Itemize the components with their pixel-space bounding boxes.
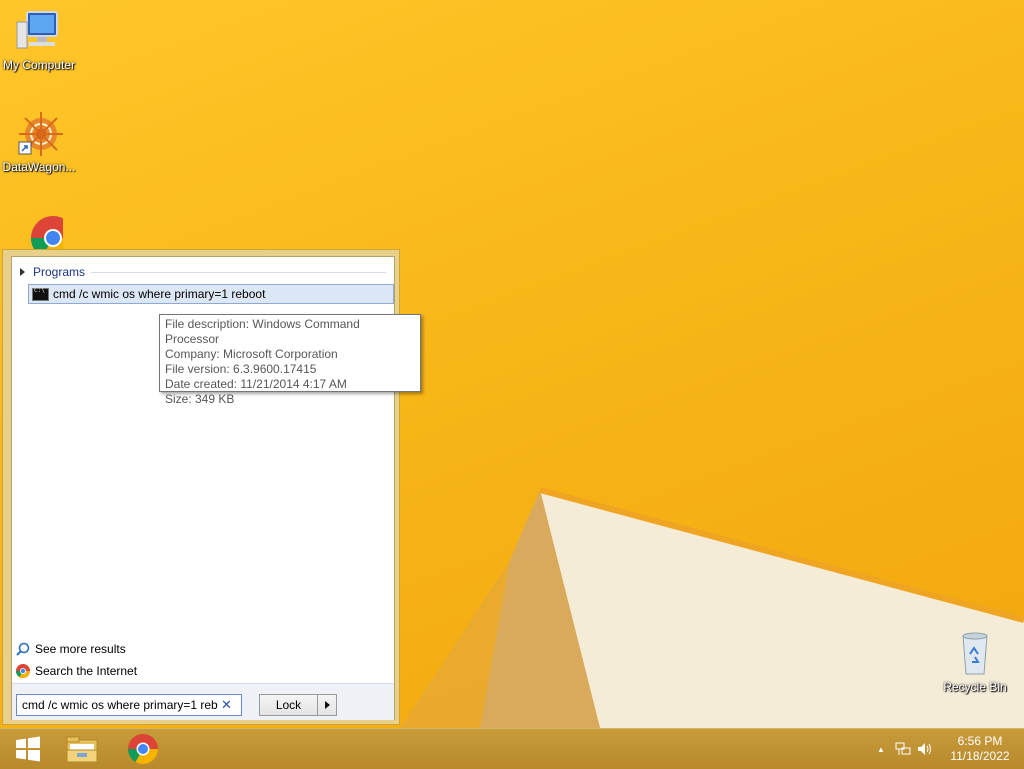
- clock-time: 6:56 PM: [957, 734, 1003, 748]
- taskbar: ▲ 6:56 PM 11/18/2022: [0, 728, 1024, 769]
- search-internet-link[interactable]: Search the Internet: [16, 661, 137, 681]
- start-button[interactable]: [0, 729, 56, 769]
- tooltip-size: Size: 349 KB: [165, 392, 235, 406]
- datawagon-icon: [15, 110, 63, 158]
- see-more-results-link[interactable]: See more results: [16, 639, 126, 659]
- clear-search-icon[interactable]: ✕: [221, 697, 232, 713]
- windows-logo-icon: [16, 736, 40, 762]
- volume-icon[interactable]: [916, 741, 934, 757]
- clock[interactable]: 6:56 PM 11/18/2022: [936, 734, 1024, 764]
- recycle-bin-icon: [951, 630, 999, 678]
- lock-button-label[interactable]: Lock: [260, 695, 318, 715]
- desktop-icon-label: DataWagon...: [2, 160, 76, 174]
- see-more-label: See more results: [35, 642, 126, 656]
- file-info-tooltip: File description: Windows Command Proces…: [159, 314, 421, 406]
- section-divider: [91, 271, 386, 273]
- programs-section-header[interactable]: Programs: [20, 264, 386, 280]
- cmd-icon: [32, 287, 49, 301]
- search-result-label: cmd /c wmic os where primary=1 reboot: [53, 287, 266, 301]
- tooltip-company: Company: Microsoft Corporation: [165, 347, 338, 361]
- desktop-icon-label: Recycle Bin: [943, 680, 1007, 694]
- search-internet-label: Search the Internet: [35, 664, 138, 678]
- search-strip: cmd /c wmic os where primary=1 reb ✕ Loc…: [12, 683, 394, 720]
- search-input-value: cmd /c wmic os where primary=1 reb: [22, 698, 218, 712]
- tooltip-date: Date created: 11/21/2014 4:17 AM: [165, 377, 347, 391]
- tooltip-description: File description: Windows Command Proces…: [165, 317, 360, 346]
- start-search-input[interactable]: cmd /c wmic os where primary=1 reb ✕: [16, 694, 242, 716]
- chrome-icon: [128, 734, 158, 765]
- clock-date: 11/18/2022: [950, 749, 1010, 763]
- search-icon: [16, 642, 30, 656]
- desktop-icon-recycle-bin[interactable]: Recycle Bin: [936, 630, 1014, 694]
- power-options-arrow-icon[interactable]: [318, 695, 336, 715]
- programs-section-title: Programs: [33, 265, 86, 279]
- desktop-icon-datawagon[interactable]: DataWagon...: [0, 110, 78, 174]
- show-hidden-icons-icon[interactable]: ▲: [872, 741, 890, 757]
- system-tray: ▲ 6:56 PM 11/18/2022: [870, 729, 1024, 769]
- chrome-taskbar-button[interactable]: [115, 729, 171, 769]
- lock-button[interactable]: Lock: [259, 694, 337, 716]
- network-icon[interactable]: [894, 741, 912, 757]
- tooltip-version: File version: 6.3.9600.17415: [165, 362, 317, 376]
- file-explorer-button[interactable]: [54, 729, 110, 769]
- expand-arrow-icon: [20, 268, 25, 276]
- search-result-cmd[interactable]: cmd /c wmic os where primary=1 reboot: [28, 284, 394, 304]
- computer-icon: [15, 8, 63, 56]
- folder-icon: [66, 736, 98, 763]
- desktop-icon-my-computer[interactable]: My Computer: [0, 8, 78, 72]
- desktop-icon-label: My Computer: [2, 58, 76, 72]
- chrome-icon: [16, 664, 30, 678]
